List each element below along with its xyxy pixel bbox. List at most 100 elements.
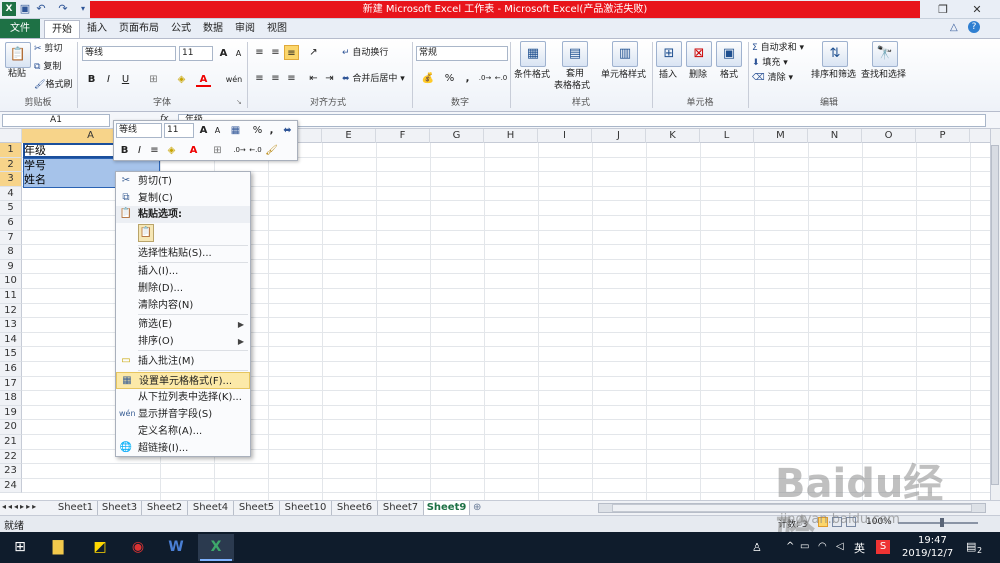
formula-input[interactable]: 年级 [178, 114, 986, 127]
sheet-tab[interactable]: Sheet3 [98, 501, 142, 515]
row-header[interactable]: 7 [0, 230, 22, 246]
underline-button[interactable]: U [118, 72, 133, 87]
align-center-icon[interactable]: ≡ [268, 71, 283, 86]
align-top-icon[interactable]: ≡ [252, 45, 267, 60]
phonetic-button[interactable]: wén [224, 72, 244, 87]
number-format-combo[interactable]: 常规 [416, 46, 508, 61]
tab-page-layout[interactable]: 页面布局 [114, 19, 164, 38]
comma-button[interactable]: , [460, 71, 475, 86]
column-header-G[interactable]: G [430, 129, 484, 143]
mini-fill-color-icon[interactable]: ◈ [164, 143, 179, 158]
row-header[interactable]: 13 [0, 318, 22, 333]
column-header-H[interactable]: H [484, 129, 538, 143]
mini-italic-button[interactable]: I [132, 143, 147, 158]
mini-center-icon[interactable]: ≡ [147, 143, 162, 158]
tab-file[interactable]: 文件 [0, 19, 40, 38]
row-header[interactable]: 16 [0, 362, 22, 377]
menu-item-sort[interactable]: 排序(O) ▶ [116, 333, 250, 350]
mini-decrease-decimal-icon[interactable]: ←.0 [248, 143, 263, 158]
mini-bold-button[interactable]: B [117, 143, 132, 158]
decrease-decimal-icon[interactable]: ←.0 [494, 71, 508, 86]
column-header-N[interactable]: N [808, 129, 862, 143]
row-header[interactable]: 24 [0, 478, 22, 494]
find-select-button[interactable]: 查找和选择 [861, 69, 906, 81]
menu-item-filter[interactable]: 筛选(E) ▶ [116, 316, 250, 333]
mini-comma-button[interactable]: , [264, 123, 279, 138]
sort-filter-button[interactable]: 排序和筛选 [811, 69, 856, 81]
ime-indicator[interactable]: 英 [854, 540, 865, 556]
row-header[interactable]: 15 [0, 347, 22, 362]
mini-percent-button[interactable]: % [250, 123, 265, 138]
font-name-combo[interactable]: 等线 [82, 46, 176, 61]
sheet-tab[interactable]: Sheet7 [378, 501, 424, 515]
row-header[interactable]: 3 [0, 172, 22, 187]
new-sheet-icon[interactable]: ⊕ [473, 502, 481, 513]
column-header-O[interactable]: O [862, 129, 916, 143]
mini-accounting-icon[interactable]: ▦ [228, 123, 243, 138]
restore-icon[interactable]: ❐ [928, 1, 958, 18]
format-as-table-line2[interactable]: 表格格式 [554, 80, 590, 92]
tab-review[interactable]: 审阅 [230, 19, 260, 38]
format-as-table-line1[interactable]: 套用 [566, 68, 584, 80]
network-icon[interactable]: ▭ [800, 541, 809, 552]
menu-item-copy[interactable]: ⧉ 复制(C) [116, 190, 250, 207]
redo-icon[interactable]: ↷ [56, 2, 70, 16]
mini-font-color-icon[interactable]: A [186, 143, 201, 158]
fill-button[interactable]: ⬇ 填充 ▾ [752, 57, 788, 69]
people-icon[interactable]: ♙ [752, 541, 762, 554]
help-icon[interactable]: ? [968, 21, 980, 33]
align-right-icon[interactable]: ≡ [284, 71, 299, 86]
column-header-L[interactable]: L [700, 129, 754, 143]
app-icon[interactable]: ◉ [124, 534, 152, 561]
font-size-combo[interactable]: 11 [179, 46, 213, 61]
grow-font-button[interactable]: A [216, 46, 231, 61]
row-header[interactable]: 21 [0, 435, 22, 450]
paste-button[interactable]: 粘贴 [8, 68, 26, 80]
mini-shrink-font-icon[interactable]: A [210, 123, 225, 138]
mini-font-combo[interactable]: 等线 [116, 123, 162, 138]
column-header-K[interactable]: K [646, 129, 700, 143]
font-dialog-launcher-icon[interactable]: ↘ [236, 98, 242, 106]
accounting-format-icon[interactable]: 💰 [418, 71, 438, 86]
cut-button[interactable]: ✂ 剪切 [34, 43, 62, 55]
menu-item-show-phonetic[interactable]: wén 显示拼音字段(S) [116, 406, 250, 423]
menu-item-pick-from-list[interactable]: 从下拉列表中选择(K)... [116, 389, 250, 406]
sheet-nav-arrows-icon[interactable]: ◂◂◂▸▸▸ [2, 502, 38, 511]
mini-grow-font-icon[interactable]: A [196, 123, 211, 138]
sheet-tab[interactable]: Sheet4 [188, 501, 234, 515]
mini-size-combo[interactable]: 11 [164, 123, 194, 138]
row-header[interactable]: 19 [0, 405, 22, 421]
decrease-indent-icon[interactable]: ⇤ [306, 71, 321, 86]
column-header-J[interactable]: J [592, 129, 646, 143]
shrink-font-button[interactable]: A [231, 46, 246, 61]
row-header[interactable]: 2 [0, 157, 22, 173]
insert-cells-icon[interactable]: ⊞ [656, 41, 682, 67]
mini-increase-decimal-icon[interactable]: .0→ [232, 143, 247, 158]
tab-insert[interactable]: 插入 [82, 19, 112, 38]
cell-styles-icon[interactable]: ▥ [612, 41, 638, 67]
cell-styles-button[interactable]: 单元格样式 [601, 69, 646, 81]
input-method-icon[interactable]: S [876, 540, 890, 554]
sort-filter-icon[interactable]: ⇅ [822, 41, 848, 67]
conditional-formatting-button[interactable]: 条件格式 [514, 69, 550, 81]
row-header[interactable]: 17 [0, 376, 22, 392]
paste-icon[interactable]: 📋 [5, 42, 31, 68]
row-header[interactable]: 10 [0, 274, 22, 289]
sheet-tab[interactable]: Sheet6 [332, 501, 378, 515]
format-as-table-icon[interactable]: ▤ [562, 41, 588, 67]
menu-item-clear-contents[interactable]: 清除内容(N) [116, 297, 250, 314]
notification-icon[interactable]: ▤ [966, 540, 976, 553]
sheet-tab[interactable]: Sheet2 [142, 501, 188, 515]
merge-center-button[interactable]: ⬌ 合并后居中 ▾ [342, 73, 405, 85]
save-icon[interactable]: ▣ [18, 2, 32, 16]
percent-button[interactable]: % [442, 71, 457, 86]
align-left-icon[interactable]: ≡ [252, 71, 267, 86]
insert-cells-button[interactable]: 插入 [659, 69, 677, 81]
tab-home[interactable]: 开始 [44, 20, 80, 39]
binoculars-icon[interactable]: 🔭 [872, 41, 898, 67]
row-header[interactable]: 8 [0, 245, 22, 260]
row-header[interactable]: 23 [0, 464, 22, 479]
sheet-tab[interactable]: Sheet1 [54, 501, 98, 515]
menu-item-insert[interactable]: 插入(I)... [116, 263, 250, 280]
format-painter-button[interactable]: 🖌格式刷 [34, 79, 72, 91]
